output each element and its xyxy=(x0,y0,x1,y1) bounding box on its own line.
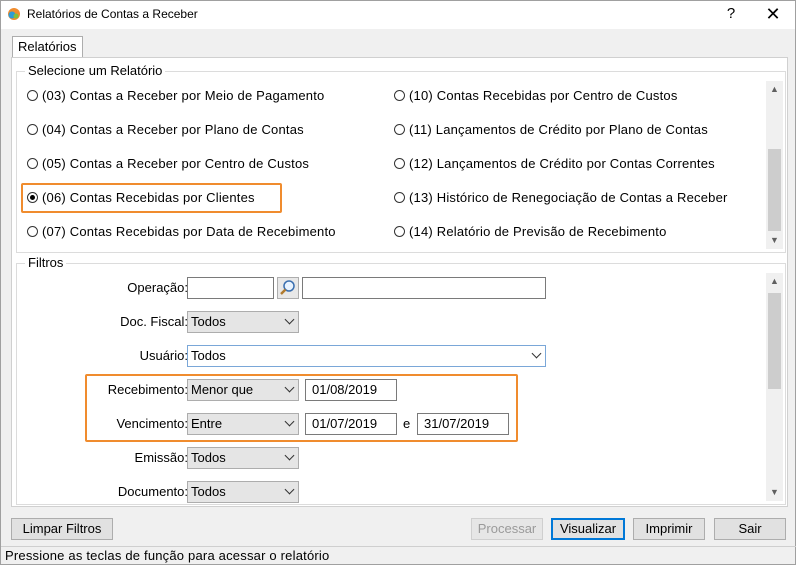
window-title: Relatórios de Contas a Receber xyxy=(27,7,198,21)
usuario-label: Usuário: xyxy=(139,348,188,363)
emissao-value: Todos xyxy=(191,450,226,465)
radio-circle xyxy=(394,158,405,169)
close-button[interactable]: ✕ xyxy=(761,3,785,25)
filters-group-title: Filtros xyxy=(25,255,67,270)
report-group: Selecione um Relatório (03) Contas a Rec… xyxy=(16,63,786,253)
radio-label: (14) Relatório de Previsão de Recebiment… xyxy=(409,224,667,239)
documento-value: Todos xyxy=(191,484,226,499)
operacao-description-input[interactable] xyxy=(302,277,546,299)
radio-label: (03) Contas a Receber por Meio de Pagame… xyxy=(42,88,325,103)
filters-scrollbar[interactable]: ▲ ▼ xyxy=(766,273,783,501)
radio-circle xyxy=(394,124,405,135)
sair-button[interactable]: Sair xyxy=(714,518,786,540)
scroll-down-arrow-icon[interactable]: ▼ xyxy=(766,232,783,249)
radio-report-05[interactable]: (05) Contas a Receber por Centro de Cust… xyxy=(27,154,309,174)
filters-group: Filtros Operação: Doc. Fiscal: Todos Usu… xyxy=(16,255,786,505)
operacao-search-button[interactable] xyxy=(277,277,299,299)
radio-report-04[interactable]: (04) Contas a Receber por Plano de Conta… xyxy=(27,120,304,140)
tab-relatorios[interactable]: Relatórios xyxy=(12,36,83,58)
emissao-select[interactable]: Todos xyxy=(187,447,299,469)
chevron-down-icon xyxy=(531,348,542,359)
radio-label: (07) Contas Recebidas por Data de Recebi… xyxy=(42,224,336,239)
selected-report-highlight xyxy=(21,183,282,213)
radio-label: (04) Contas a Receber por Plano de Conta… xyxy=(42,122,304,137)
limpar-filtros-button[interactable]: Limpar Filtros xyxy=(11,518,113,540)
chevron-down-icon xyxy=(284,484,295,495)
radio-circle xyxy=(394,90,405,101)
scroll-down-arrow-icon[interactable]: ▼ xyxy=(766,484,783,501)
radio-circle xyxy=(27,124,38,135)
help-button[interactable]: ? xyxy=(721,3,741,25)
report-window: Relatórios de Contas a Receber ? ✕ Relat… xyxy=(0,0,796,565)
radio-label: (11) Lançamentos de Crédito por Plano de… xyxy=(409,122,708,137)
date-filters-highlight xyxy=(85,374,518,442)
processar-button[interactable]: Processar xyxy=(471,518,543,540)
operacao-code-input[interactable] xyxy=(187,277,274,299)
scroll-up-arrow-icon[interactable]: ▲ xyxy=(766,81,783,98)
radio-report-03[interactable]: (03) Contas a Receber por Meio de Pagame… xyxy=(27,86,324,106)
scroll-thumb[interactable] xyxy=(768,293,781,389)
tab-panel: Selecione um Relatório (03) Contas a Rec… xyxy=(11,57,788,507)
title-bar: Relatórios de Contas a Receber ? ✕ xyxy=(1,1,795,29)
radio-circle xyxy=(27,226,38,237)
radio-circle xyxy=(394,226,405,237)
emissao-label: Emissão: xyxy=(134,450,188,465)
radio-label: (05) Contas a Receber por Centro de Cust… xyxy=(42,156,310,171)
scroll-up-arrow-icon[interactable]: ▲ xyxy=(766,273,783,290)
radio-report-13[interactable]: (13) Histórico de Renegociação de Contas… xyxy=(394,188,728,208)
radio-label: (12) Lançamentos de Crédito por Contas C… xyxy=(409,156,715,171)
radio-label: (10) Contas Recebidas por Centro de Cust… xyxy=(409,88,678,103)
report-scrollbar[interactable]: ▲ ▼ xyxy=(766,81,783,249)
radio-label: (13) Histórico de Renegociação de Contas… xyxy=(409,190,728,205)
usuario-value: Todos xyxy=(191,348,226,363)
report-group-title: Selecione um Relatório xyxy=(25,63,166,78)
operacao-label: Operação: xyxy=(127,280,188,295)
radio-circle xyxy=(394,192,405,203)
scroll-thumb[interactable] xyxy=(768,149,781,231)
radio-report-07[interactable]: (07) Contas Recebidas por Data de Recebi… xyxy=(27,222,336,242)
chevron-down-icon xyxy=(284,314,295,325)
magnifier-icon xyxy=(280,280,295,295)
radio-report-11[interactable]: (11) Lançamentos de Crédito por Plano de… xyxy=(394,120,708,140)
app-icon xyxy=(8,8,20,20)
radio-report-10[interactable]: (10) Contas Recebidas por Centro de Cust… xyxy=(394,86,678,106)
imprimir-button[interactable]: Imprimir xyxy=(633,518,705,540)
chevron-down-icon xyxy=(284,450,295,461)
radio-report-14[interactable]: (14) Relatório de Previsão de Recebiment… xyxy=(394,222,667,242)
radio-report-12[interactable]: (12) Lançamentos de Crédito por Contas C… xyxy=(394,154,715,174)
documento-select[interactable]: Todos xyxy=(187,481,299,503)
visualizar-button[interactable]: Visualizar xyxy=(551,518,625,540)
status-bar: Pressione as teclas de função para acess… xyxy=(1,546,796,565)
radio-circle xyxy=(27,158,38,169)
doc-fiscal-select[interactable]: Todos xyxy=(187,311,299,333)
radio-circle xyxy=(27,90,38,101)
doc-fiscal-label: Doc. Fiscal: xyxy=(120,314,188,329)
doc-fiscal-value: Todos xyxy=(191,314,226,329)
usuario-select[interactable]: Todos xyxy=(187,345,546,367)
documento-label: Documento: xyxy=(117,484,188,499)
